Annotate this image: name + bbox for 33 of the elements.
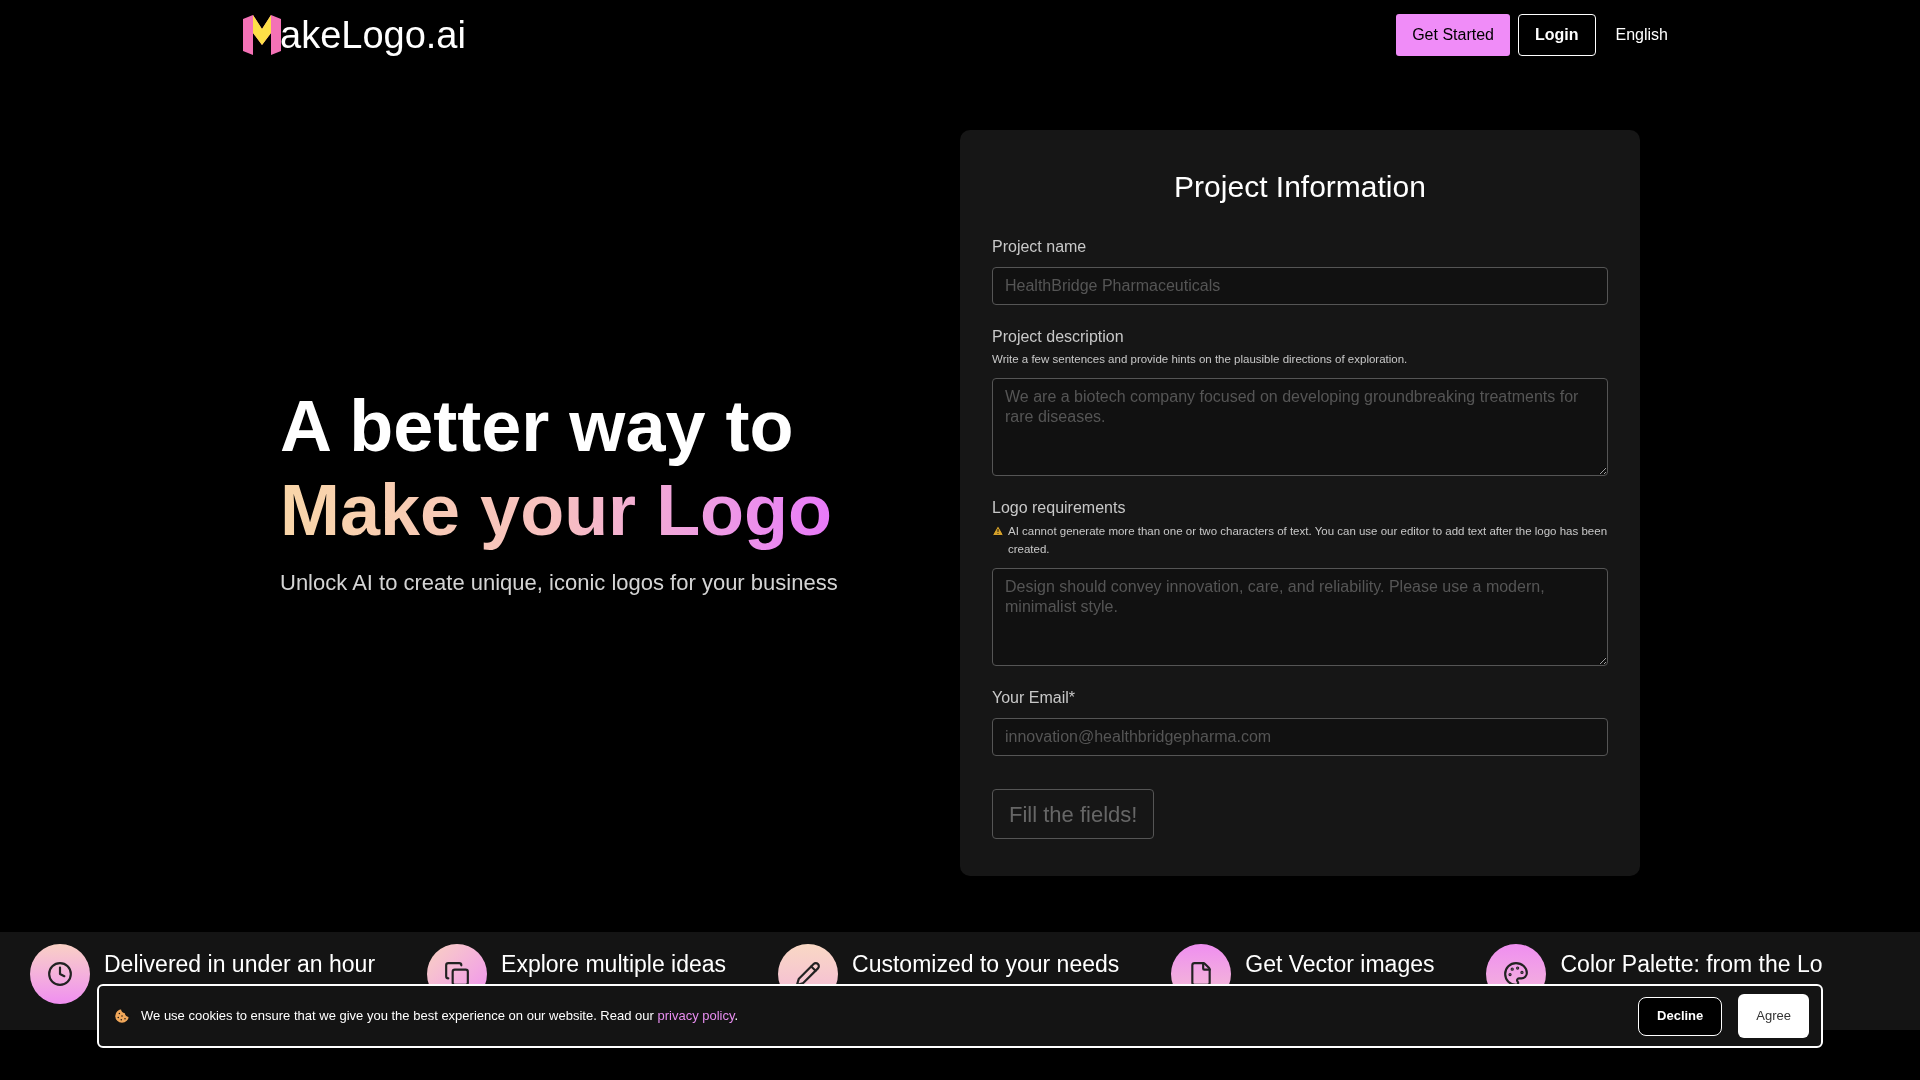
palette-icon <box>1503 961 1530 987</box>
field-hint: Write a few sentences and provide hints on the plausible directions of exploration. <box>992 352 1409 367</box>
header-button[interactable]: Get Started <box>1396 14 1510 56</box>
field-label: Project name <box>992 237 1088 257</box>
hero-title: A better way to <box>280 384 795 468</box>
header-button[interactable]: Login <box>1517 14 1596 56</box>
text-input[interactable]: innovation@healthbridgepharma.com <box>992 718 1608 757</box>
warning-icon <box>992 525 1004 538</box>
field-label: Project description <box>992 327 1125 347</box>
feature-text: Customized to your needs <box>852 950 1120 978</box>
form-title: Project Information <box>1173 169 1427 205</box>
field-label: Logo requirements <box>992 498 1127 519</box>
cookie-button[interactable]: Agree <box>1738 994 1809 1038</box>
cookie-icon <box>113 1007 131 1025</box>
pencil-icon <box>795 961 822 987</box>
copy-icon <box>444 961 471 987</box>
text-area[interactable]: Design should convey innovation, care, and reliability. Please use a modern, minimalist style. <box>992 568 1608 667</box>
text-input[interactable]: HealthBridge Pharmaceuticals <box>992 267 1608 305</box>
feature-text: Get Vector images <box>1245 950 1435 978</box>
field-label: Your Email* <box>992 688 1076 709</box>
warning-text: AI cannot generate more than one or two characters of text. You can use our editor to add text after the logo has been created. <box>1008 524 1608 558</box>
feature-text: Delivered in under an hour <box>104 950 376 978</box>
cookie-text: We use cookies to ensure that we give you the best experience on our website. Read our privacy policy. <box>141 1007 739 1026</box>
header-button[interactable]: English <box>1603 14 1680 56</box>
feature-text: Color Palette: from the Lo <box>1560 950 1823 978</box>
logo-text: akeLogo.ai <box>280 16 466 54</box>
feature-text: Explore multiple ideas <box>501 950 727 978</box>
privacy-link[interactable]: privacy policy <box>657 1008 735 1024</box>
hero-subtitle: Unlock AI to create unique, iconic logos for your business <box>280 568 839 597</box>
text-area[interactable]: We are a biotech company focused on developing groundbreaking treatments for rare diseases. <box>992 378 1608 477</box>
clock-icon <box>47 961 73 987</box>
cookie-button[interactable]: Decline <box>1638 996 1723 1036</box>
logo-mark-icon <box>243 15 281 55</box>
